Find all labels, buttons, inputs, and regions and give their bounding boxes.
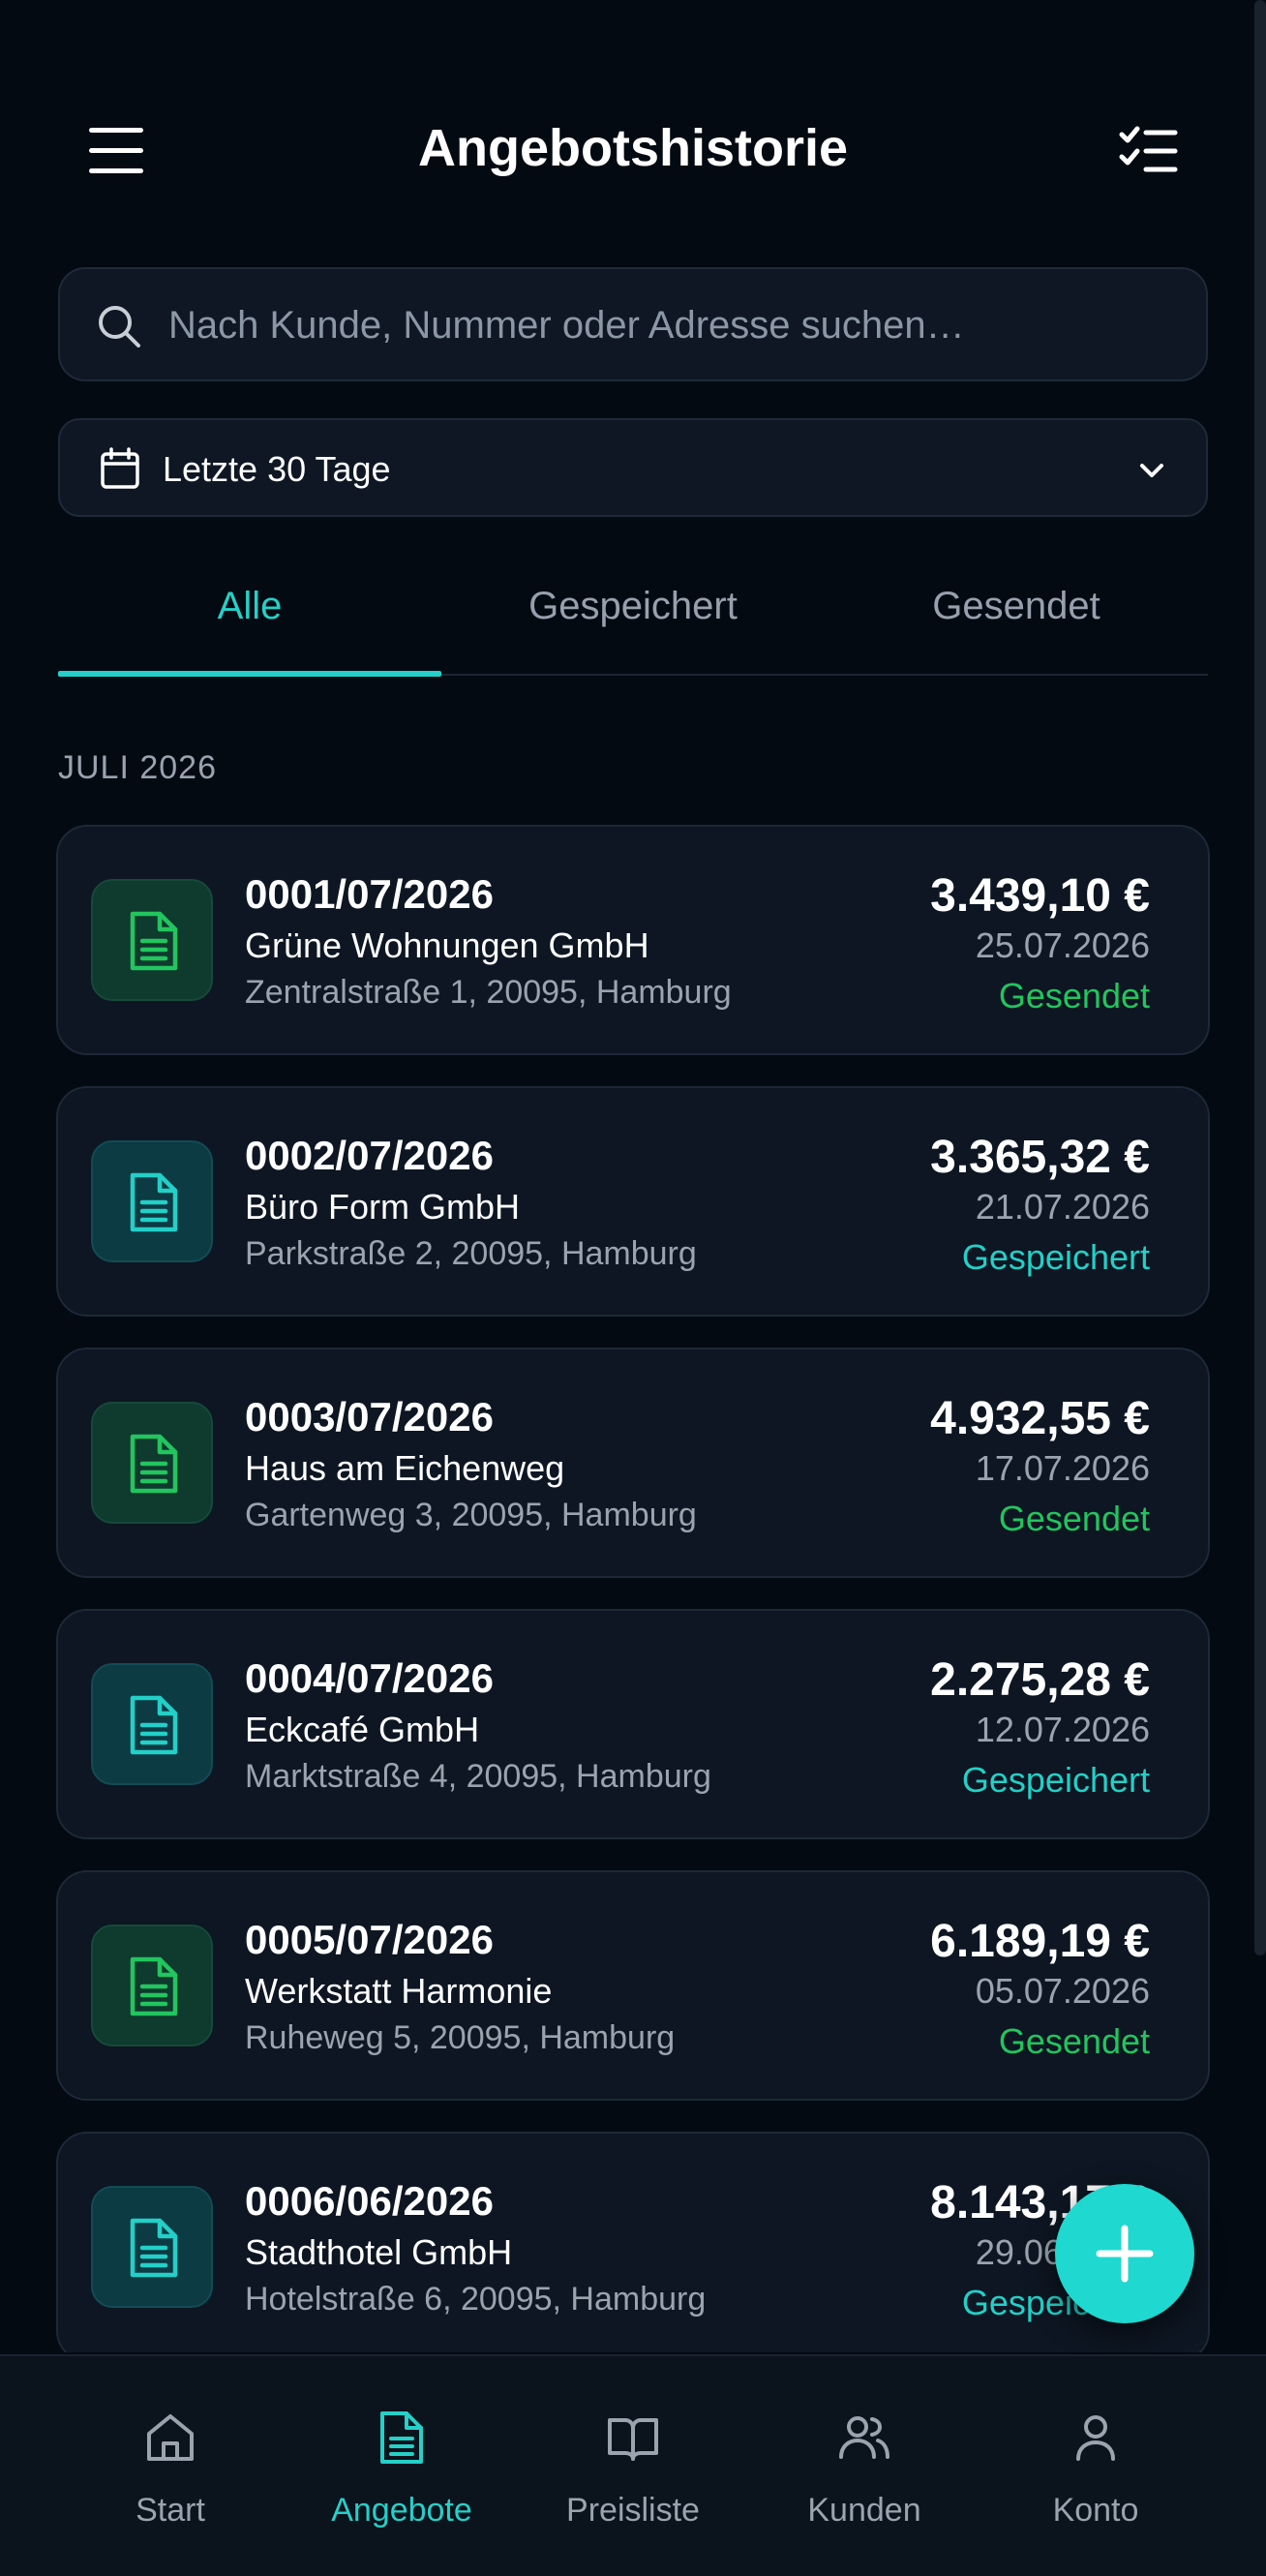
page-title: Angebotshistorie — [417, 119, 849, 177]
offer-status: Gesendet — [998, 2021, 1150, 2061]
offer-customer: Grüne Wohnungen GmbH — [245, 925, 649, 965]
offer-number: 0003/07/2026 — [245, 1394, 494, 1440]
select-mode-button[interactable] — [1119, 126, 1179, 176]
offer-amount: 3.439,10 € — [930, 870, 1150, 922]
nav-label-offers: Angebote — [331, 2492, 472, 2529]
offer-address: Hotelstraße 6, 20095, Hamburg — [245, 2281, 707, 2318]
tab-saved[interactable]: Gespeichert — [441, 558, 825, 674]
offer-date: 12.07.2026 — [975, 1710, 1150, 1749]
offer-number: 0002/07/2026 — [245, 1133, 494, 1178]
app-header: Angebotshistorie — [0, 106, 1266, 194]
offer-date: 17.07.2026 — [975, 1448, 1150, 1488]
offer-card[interactable]: 0003/07/2026 Haus am Eichenweg Gartenweg… — [56, 1348, 1210, 1578]
offer-status-icon-box — [91, 1140, 213, 1262]
offer-customer: Werkstatt Harmonie — [245, 1971, 553, 2011]
offer-date: 05.07.2026 — [975, 1971, 1150, 2011]
nav-start[interactable]: Start — [54, 2356, 286, 2550]
nav-customers[interactable]: Kunden — [748, 2356, 980, 2550]
document-icon — [130, 1434, 178, 1494]
document-icon — [130, 2218, 178, 2278]
offer-number: 0005/07/2026 — [245, 1917, 494, 1962]
offer-card[interactable]: 0001/07/2026 Grüne Wohnungen GmbH Zentra… — [56, 825, 1210, 1055]
nav-offers[interactable]: Angebote — [286, 2356, 518, 2550]
nav-label-customers: Kunden — [807, 2492, 921, 2529]
nav-pricelist[interactable]: Preisliste — [517, 2356, 749, 2550]
offer-date: 21.07.2026 — [975, 1187, 1150, 1227]
offer-amount: 3.365,32 € — [930, 1132, 1150, 1183]
book-icon — [608, 2418, 658, 2461]
offer-list: 0001/07/2026 Grüne Wohnungen GmbH Zentra… — [56, 825, 1210, 2352]
search-icon — [99, 306, 140, 348]
offer-status: Gesendet — [998, 1499, 1150, 1538]
offer-card[interactable]: 0004/07/2026 Eckcafé GmbH Marktstraße 4,… — [56, 1609, 1210, 1839]
document-icon — [380, 2411, 423, 2464]
menu-button[interactable] — [87, 126, 145, 176]
offer-date: 25.07.2026 — [975, 925, 1150, 965]
offer-status: Gespeichert — [961, 1760, 1150, 1800]
offer-number: 0006/06/2026 — [245, 2178, 494, 2224]
offer-status-icon-box — [91, 2186, 213, 2308]
offer-customer: Eckcafé GmbH — [245, 1710, 480, 1749]
document-icon — [130, 911, 178, 971]
document-icon — [130, 1956, 178, 2016]
offer-status-icon-box — [91, 1663, 213, 1785]
offer-card[interactable]: 0006/06/2026 Stadthotel GmbH Hotelstraße… — [56, 2132, 1210, 2352]
offer-status: Gespeichert — [961, 1237, 1150, 1277]
offer-address: Ruheweg 5, 20095, Hamburg — [245, 2019, 676, 2056]
status-tabs: Alle Gespeichert Gesendet — [58, 558, 1208, 677]
offer-status-icon-box — [91, 879, 213, 1001]
offer-amount: 6.189,19 € — [930, 1916, 1150, 1967]
offer-amount: 2.275,28 € — [930, 1654, 1150, 1706]
bottom-navigation: Start Angebote Preisliste Kunden Konto — [0, 2354, 1266, 2576]
offer-customer: Stadthotel GmbH — [245, 2232, 513, 2272]
calendar-icon — [101, 447, 139, 489]
add-offer-button[interactable] — [1055, 2184, 1194, 2323]
offer-amount: 4.932,55 € — [930, 1393, 1150, 1444]
offer-customer: Haus am Eichenweg — [245, 1448, 565, 1488]
offer-status-icon-box — [91, 1402, 213, 1524]
document-icon — [130, 1695, 178, 1755]
nav-label-pricelist: Preisliste — [566, 2492, 700, 2529]
search-bar — [58, 267, 1208, 381]
nav-label-account: Konto — [1052, 2492, 1139, 2529]
checklist-icon — [1119, 126, 1178, 172]
user-icon — [1076, 2415, 1115, 2461]
tab-all[interactable]: Alle — [58, 558, 441, 677]
offer-address: Marktstraße 4, 20095, Hamburg — [245, 1758, 711, 1795]
offer-number: 0004/07/2026 — [245, 1655, 494, 1701]
users-icon — [839, 2416, 889, 2459]
month-section-header: JULI 2026 — [58, 749, 217, 786]
offer-card[interactable]: 0002/07/2026 Büro Form GmbH Parkstraße 2… — [56, 1086, 1210, 1317]
offer-card[interactable]: 0005/07/2026 Werkstatt Harmonie Ruheweg … — [56, 1870, 1210, 2101]
search-input[interactable] — [166, 288, 1177, 362]
date-range-label: Letzte 30 Tage — [163, 449, 391, 489]
nav-account[interactable]: Konto — [980, 2356, 1212, 2550]
offer-customer: Büro Form GmbH — [245, 1187, 521, 1227]
hamburger-menu-icon — [89, 128, 143, 173]
document-icon — [130, 1172, 178, 1232]
chevron-down-icon — [1140, 464, 1163, 477]
date-range-dropdown[interactable]: Letzte 30 Tage — [58, 418, 1208, 517]
plus-icon — [1096, 2225, 1154, 2283]
offer-history-screen: Angebotshistorie Letzte 30 Tage — [0, 0, 1266, 2576]
offer-number: 0001/07/2026 — [245, 871, 494, 917]
offer-status: Gesendet — [998, 976, 1150, 1015]
tab-sent[interactable]: Gesendet — [825, 558, 1208, 674]
offer-address: Zentralstraße 1, 20095, Hamburg — [245, 974, 732, 1011]
home-icon — [147, 2414, 194, 2461]
nav-label-start: Start — [136, 2492, 205, 2529]
offer-address: Gartenweg 3, 20095, Hamburg — [245, 1497, 697, 1533]
offer-address: Parkstraße 2, 20095, Hamburg — [245, 1235, 697, 1272]
scrollbar[interactable] — [1254, 0, 1266, 1955]
offer-status-icon-box — [91, 1924, 213, 2046]
